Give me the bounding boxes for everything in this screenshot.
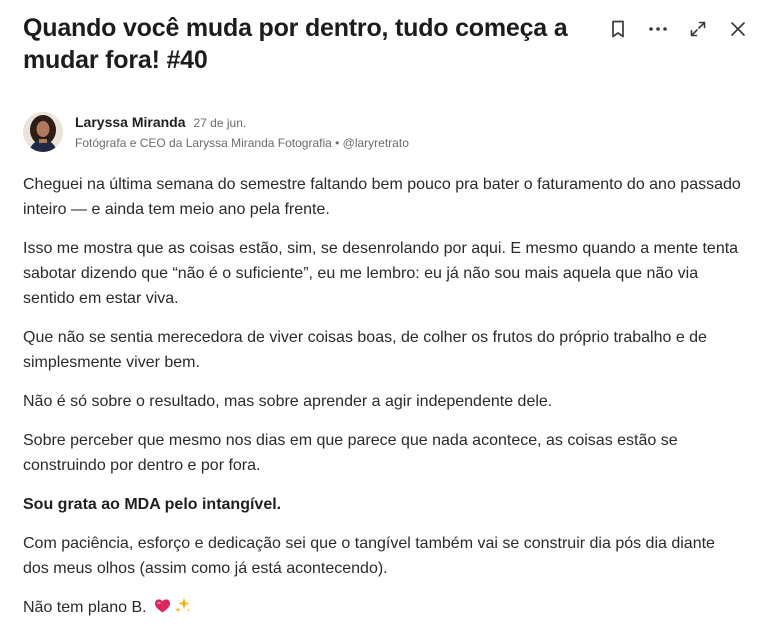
post-paragraph-bold: Sou grata ao MDA pelo intangível. xyxy=(23,496,282,513)
post-paragraph: Que não se sentia merecedora de viver co… xyxy=(23,329,707,371)
expand-button[interactable] xyxy=(682,14,714,44)
post-body: Cheguei na última semana do semestre fal… xyxy=(23,172,743,626)
more-icon xyxy=(649,27,667,31)
close-icon xyxy=(731,22,745,36)
post-paragraph: Cheguei na última semana do semestre fal… xyxy=(23,176,741,218)
expand-icon xyxy=(690,21,706,37)
post-toolbar xyxy=(602,14,754,44)
more-options-button[interactable] xyxy=(642,14,674,44)
author-name[interactable]: Laryssa Miranda xyxy=(75,114,186,130)
close-button[interactable] xyxy=(722,14,754,44)
post-date: 27 de jun. xyxy=(193,116,247,130)
post-title: Quando você muda por dentro, tudo começa… xyxy=(23,14,568,74)
author-headline: Fotógrafa e CEO da Laryssa Miranda Fotog… xyxy=(75,136,409,150)
post-paragraph: Com paciência, esforço e dedicação sei q… xyxy=(23,535,715,577)
bookmark-button[interactable] xyxy=(602,14,634,44)
post-paragraph: Isso me mostra que as coisas estão, sim,… xyxy=(23,240,739,307)
sparkles-icon xyxy=(174,596,192,622)
post-closing-line: Não tem plano B. xyxy=(23,595,743,622)
bookmark-icon xyxy=(612,20,624,38)
author-block: Laryssa Miranda 27 de jun. Fotógrafa e C… xyxy=(23,112,409,152)
post-closing-text: Não tem plano B. xyxy=(23,599,152,616)
avatar[interactable] xyxy=(23,112,63,152)
post-paragraph: Não é só sobre o resultado, mas sobre ap… xyxy=(23,393,553,410)
post-detail-panel: Quando você muda por dentro, tudo começa… xyxy=(0,0,764,626)
heart-icon xyxy=(154,597,171,622)
post-paragraph: Sobre perceber que mesmo nos dias em que… xyxy=(23,432,678,474)
